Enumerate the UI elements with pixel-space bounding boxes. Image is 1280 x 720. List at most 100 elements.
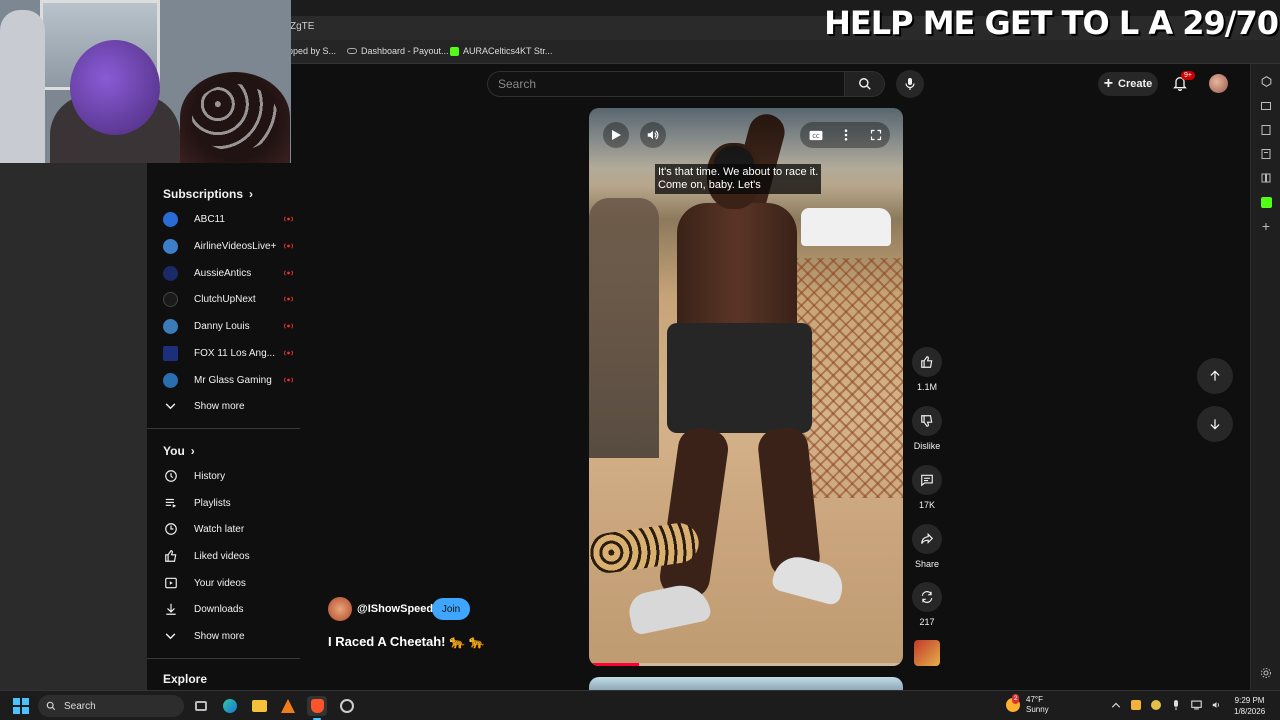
task-view-icon[interactable] (191, 696, 211, 716)
closed-caption: It's that time. We about to race it. Com… (655, 164, 822, 194)
volume-icon[interactable] (1210, 699, 1222, 711)
history-panel-icon[interactable] (1259, 171, 1273, 185)
file-explorer-icon[interactable] (249, 696, 269, 716)
url-text[interactable]: ZgTE (290, 21, 314, 32)
comments-button[interactable]: 17K (910, 465, 944, 510)
wallet-icon[interactable] (1259, 123, 1273, 137)
guide-item-label: History (194, 470, 226, 482)
volume-button[interactable] (640, 122, 666, 148)
tray-app-icon[interactable] (1130, 699, 1142, 711)
notifications-button[interactable]: 9+ (1172, 71, 1195, 94)
channel-avatar (163, 238, 178, 254)
like-circle[interactable] (912, 347, 942, 377)
voice-search-button[interactable] (896, 70, 924, 98)
weather-alert-badge: 2 (1012, 694, 1020, 704)
search-button[interactable] (845, 71, 885, 97)
edge-icon[interactable] (220, 696, 240, 716)
microphone-icon[interactable] (1170, 699, 1182, 711)
bookmarks-panel-icon[interactable] (1259, 147, 1273, 161)
screen: ZgTE pped by S... Dashboard - Payout... … (0, 0, 1280, 720)
captions-button[interactable]: CC (803, 122, 829, 148)
previous-short-button[interactable] (1197, 358, 1233, 394)
like-button[interactable]: 1.1M (910, 347, 944, 392)
system-tray (1110, 699, 1222, 711)
channel-avatar[interactable] (328, 597, 352, 621)
remix-circle[interactable] (912, 582, 942, 612)
clock-date: 1/8/2026 (1234, 707, 1266, 716)
account-avatar[interactable] (1209, 74, 1228, 93)
sound-thumbnail[interactable] (914, 640, 940, 666)
subscription-item[interactable]: ClutchUpNext (163, 289, 295, 309)
subscription-item[interactable]: AirlineVideosLive+ (163, 236, 295, 256)
short-title: I Raced A Cheetah! 🐆 🐆 (328, 634, 486, 649)
bookmark-item[interactable]: Dashboard - Payout... (347, 46, 449, 56)
guide-item-playlists[interactable]: Playlists (163, 493, 295, 513)
guide-item-watch-later[interactable]: Watch later (163, 519, 295, 539)
bookmark-item[interactable]: pped by S... (288, 46, 336, 56)
next-short-preview[interactable] (589, 677, 903, 690)
live-icon (284, 216, 293, 222)
play-button[interactable] (603, 122, 629, 148)
shorts-player[interactable]: CC It's that time. We about to race it. … (589, 108, 903, 666)
guide-item-your-videos[interactable]: Your videos (163, 573, 295, 593)
show-more-subscriptions[interactable]: Show more (163, 396, 295, 416)
create-button[interactable]: + Create (1098, 72, 1158, 96)
subscription-item[interactable]: Danny Louis (163, 316, 295, 336)
channel-name[interactable]: @IShowSpeed (357, 603, 433, 615)
chevron-up-icon[interactable] (1110, 699, 1122, 711)
volume-icon (647, 130, 659, 140)
tray-app-icon[interactable] (1150, 699, 1162, 711)
leo-ai-icon[interactable] (1259, 74, 1273, 88)
next-short-button[interactable] (1197, 406, 1233, 442)
subscription-item[interactable]: Mr Glass Gaming (163, 370, 295, 390)
kick-panel-icon[interactable] (1259, 195, 1273, 209)
brave-browser-icon[interactable] (307, 696, 327, 720)
guide-item-label: Watch later (194, 523, 245, 535)
subscriptions-header[interactable]: Subscriptions › (163, 187, 253, 201)
windows-start-button[interactable] (13, 698, 29, 714)
sun-icon: 2 (1006, 694, 1020, 712)
subscription-item[interactable]: AussieAntics (163, 263, 295, 283)
progress-bar[interactable] (589, 663, 903, 666)
add-panel-icon[interactable]: + (1259, 218, 1273, 234)
guide-item-liked-videos[interactable]: Liked videos (163, 546, 295, 566)
streamer-figure (0, 10, 45, 163)
weather-widget[interactable]: 2 47°F Sunny (1006, 694, 1049, 715)
fullscreen-button[interactable] (863, 122, 889, 148)
dislike-button[interactable]: Dislike (910, 406, 944, 451)
dislike-circle[interactable] (912, 406, 942, 436)
your-videos-icon (163, 576, 178, 591)
notification-badge: 9+ (1181, 71, 1195, 80)
show-more-you[interactable]: Show more (163, 626, 295, 646)
subscription-label: Mr Glass Gaming (194, 374, 272, 386)
search-field[interactable] (487, 71, 845, 97)
subscription-label: ABC11 (194, 213, 225, 225)
app-icon[interactable] (278, 696, 298, 716)
more-options-button[interactable] (833, 122, 859, 148)
obs-icon[interactable] (337, 696, 357, 716)
captions-icon: CC (809, 130, 823, 140)
channel-avatar (163, 265, 178, 281)
share-circle[interactable] (912, 524, 942, 554)
reading-list-icon[interactable] (1259, 99, 1273, 113)
guide-item-history[interactable]: History (163, 466, 295, 486)
network-icon[interactable] (1190, 699, 1202, 711)
plus-icon: + (1103, 75, 1114, 92)
subscription-item[interactable]: ABC11 (163, 209, 295, 229)
bookmark-item[interactable]: AURACeltics4KT Str... (450, 46, 552, 56)
subscription-item[interactable]: FOX 11 Los Ang... (163, 343, 295, 363)
you-header[interactable]: You › (163, 444, 195, 458)
channel-avatar (163, 318, 178, 334)
remix-button[interactable]: 217 (910, 582, 944, 627)
settings-gear-icon[interactable] (1259, 666, 1273, 680)
search-input[interactable] (488, 72, 844, 96)
browser-side-panel: + (1250, 64, 1280, 690)
guide-item-downloads[interactable]: Downloads (163, 599, 295, 619)
clock[interactable]: 9:29 PM 1/8/2026 (1234, 695, 1265, 717)
taskbar-search[interactable]: Search (38, 695, 184, 717)
share-button[interactable]: Share (910, 524, 944, 569)
channel-avatar (163, 291, 178, 307)
comments-circle[interactable] (912, 465, 942, 495)
join-button[interactable]: Join (432, 598, 470, 620)
watch-later-icon (163, 522, 178, 537)
